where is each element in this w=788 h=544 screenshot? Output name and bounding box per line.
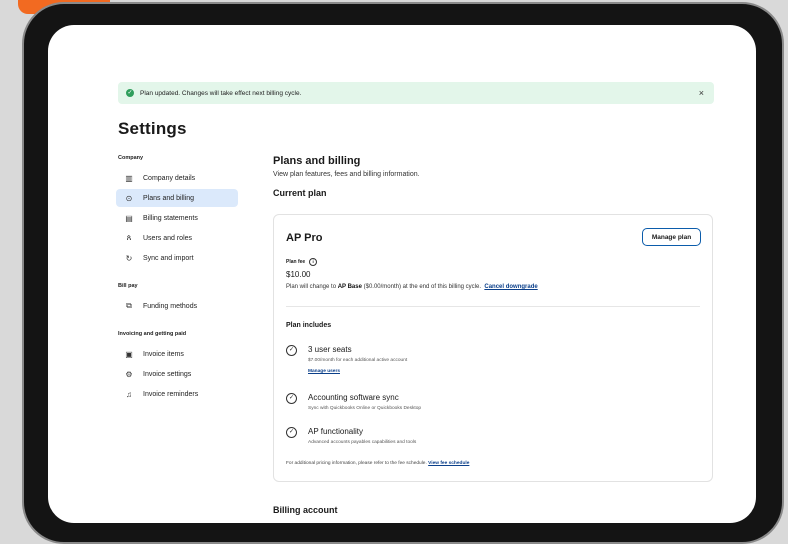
success-toast: ✓ Plan updated. Changes will take effect… — [118, 82, 714, 104]
users-icon: ጰ — [126, 233, 132, 242]
main-content: Plans and billing View plan features, fe… — [273, 155, 713, 198]
check-circle-icon: ✓ — [286, 393, 297, 404]
toast-message: Plan updated. Changes will take effect n… — [140, 89, 302, 97]
plan-fee-value: $10.00 — [286, 270, 311, 279]
sidebar-item-label: Users and roles — [143, 234, 193, 242]
building-icon: ▥ — [125, 173, 133, 183]
plan-fee-label-text: Plan fee — [286, 259, 306, 265]
gear-icon: ⚙ — [125, 369, 133, 379]
sidebar-item-invoice-items[interactable]: ▣ Invoice items — [116, 345, 238, 363]
section-subtitle: View plan features, fees and billing inf… — [273, 171, 420, 178]
info-icon[interactable]: i — [309, 258, 318, 266]
current-plan-heading: Current plan — [273, 188, 327, 198]
fee-schedule-note: For additional pricing information, plea… — [286, 461, 469, 466]
change-prefix: Plan will change to — [286, 284, 337, 290]
sidebar-item-label: Invoice reminders — [143, 390, 199, 398]
sidebar-item-label: Plans and billing — [143, 194, 194, 202]
close-icon[interactable]: × — [699, 88, 704, 98]
feature-title: 3 user seats — [308, 345, 352, 354]
sidebar-item-sync-and-import[interactable]: ↻ Sync and import — [116, 249, 238, 267]
sidebar-item-company-details[interactable]: ▥ Company details — [116, 169, 238, 187]
plan-fee-label: Plan fee i — [286, 258, 318, 266]
sidebar-group-invoicing: Invoicing and getting paid — [118, 331, 187, 337]
sidebar-item-label: Company details — [143, 174, 196, 182]
divider — [286, 306, 700, 307]
manage-plan-button[interactable]: Manage plan — [642, 228, 701, 246]
sidebar-item-invoice-reminders[interactable]: ♫ Invoice reminders — [116, 385, 238, 403]
check-circle-icon: ✓ — [286, 427, 297, 438]
change-suffix: ($0.00/month) at the end of this billing… — [363, 284, 482, 290]
sidebar-group-company: Company — [118, 155, 144, 161]
feature-ap-functionality: ✓ AP functionality Advanced accounts pay… — [286, 427, 416, 445]
feature-title: AP functionality — [308, 427, 363, 436]
invoice-icon: ▣ — [125, 349, 133, 359]
plan-icon: ⊙ — [125, 193, 133, 203]
sidebar-item-label: Invoice items — [143, 350, 184, 358]
screen: ✓ Plan updated. Changes will take effect… — [48, 25, 756, 523]
sidebar-item-invoice-settings[interactable]: ⚙ Invoice settings — [116, 365, 238, 383]
check-circle-icon: ✓ — [126, 89, 134, 97]
page-title: Settings — [118, 119, 187, 138]
current-plan-card: AP Pro Manage plan Plan fee i $10.00 Pla… — [273, 214, 713, 482]
sidebar-item-label: Billing statements — [143, 214, 198, 222]
bell-icon: ♫ — [126, 389, 132, 399]
sidebar-item-users-and-roles[interactable]: ጰ Users and roles — [116, 229, 238, 247]
section-title: Plans and billing — [273, 155, 361, 167]
feature-desc: Advanced accounts payables capabilities … — [308, 440, 417, 445]
change-plan-name: AP Base — [337, 284, 362, 290]
wallet-icon: ⧉ — [126, 301, 132, 310]
plan-name: AP Pro — [286, 232, 323, 244]
sidebar-item-billing-statements[interactable]: ▤ Billing statements — [116, 209, 238, 227]
billing-account-heading: Billing account — [273, 505, 338, 515]
plan-includes-heading: Plan includes — [286, 322, 332, 329]
feature-user-seats: ✓ 3 user seats $7.00/month for each addi… — [286, 345, 407, 374]
sidebar-group-bill-pay: Bill pay — [118, 283, 138, 289]
feature-desc: Sync with Quickbooks Online or Quickbook… — [308, 406, 422, 411]
sidebar-item-label: Invoice settings — [143, 370, 192, 378]
sidebar-item-funding-methods[interactable]: ⧉ Funding methods — [116, 297, 238, 315]
settings-sidebar: Company ▥ Company details ⊙ Plans and bi… — [116, 155, 238, 405]
statement-icon: ▤ — [125, 213, 133, 223]
sidebar-item-label: Sync and import — [143, 254, 194, 262]
manage-users-link[interactable]: Manage users — [308, 369, 340, 374]
sync-icon: ↻ — [125, 253, 133, 263]
sidebar-item-label: Funding methods — [143, 302, 198, 310]
footer-text: For additional pricing information, plea… — [286, 461, 427, 466]
cancel-downgrade-link[interactable]: Cancel downgrade — [484, 284, 537, 290]
feature-title: Accounting software sync — [308, 393, 399, 402]
feature-accounting-sync: ✓ Accounting software sync Sync with Qui… — [286, 393, 421, 411]
check-circle-icon: ✓ — [286, 345, 297, 356]
plan-change-notice: Plan will change to AP Base ($0.00/month… — [286, 284, 538, 290]
view-fee-schedule-link[interactable]: View fee schedule — [428, 461, 469, 466]
feature-desc: $7.00/month for each additional active a… — [308, 358, 408, 363]
sidebar-item-plans-and-billing[interactable]: ⊙ Plans and billing — [116, 189, 238, 207]
